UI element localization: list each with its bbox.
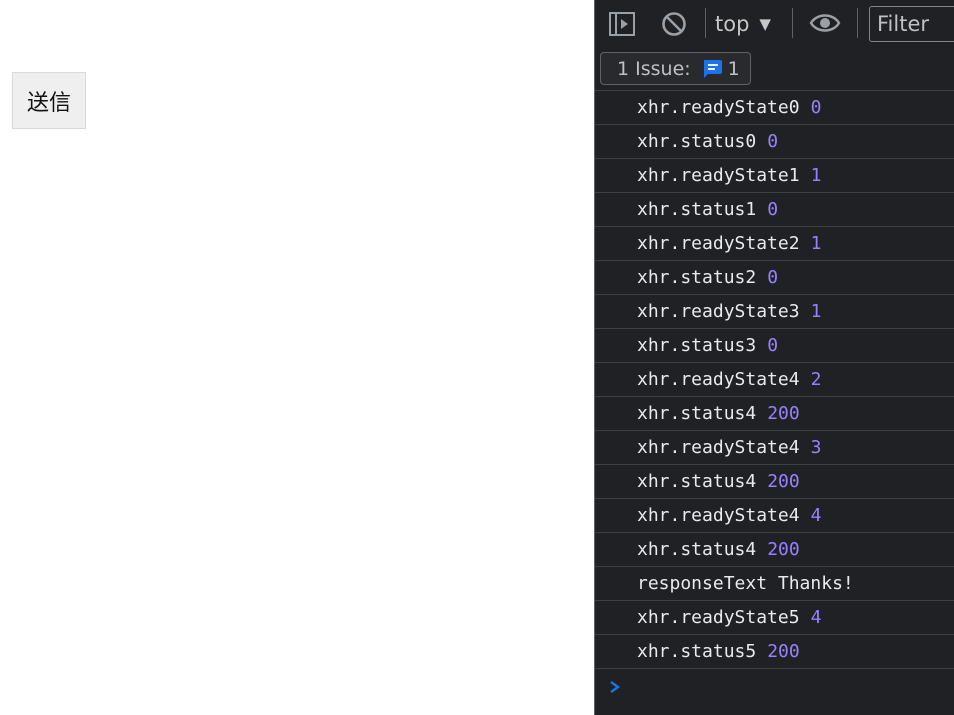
live-expression-eye-icon[interactable] — [808, 10, 842, 36]
console-message-value: 3 — [810, 437, 822, 458]
console-message-text: xhr.readyState4 — [637, 369, 800, 390]
console-message: xhr.readyState1 1 — [595, 159, 954, 193]
console-message-text: xhr.status2 — [637, 267, 757, 288]
console-message-value: 0 — [767, 199, 779, 220]
console-message: xhr.readyState2 1 — [595, 227, 954, 261]
console-message-value: 0 — [767, 335, 779, 356]
console-message: xhr.status0 0 — [595, 125, 954, 159]
console-message-value: 0 — [767, 267, 779, 288]
console-message-text: xhr.status3 — [637, 335, 757, 356]
prompt-chevron-icon — [609, 679, 621, 698]
console-message: xhr.status2 0 — [595, 261, 954, 295]
console-message-value: 4 — [810, 505, 822, 526]
console-message-text: xhr.status4 — [637, 471, 757, 492]
console-message: xhr.status4 200 — [595, 397, 954, 431]
console-message: xhr.status4 200 — [595, 465, 954, 499]
console-message-text: xhr.status1 — [637, 199, 757, 220]
console-message-text: responseText Thanks! — [637, 573, 854, 594]
console-message: xhr.status4 200 — [595, 533, 954, 567]
dropdown-arrow-icon: ▼ — [759, 15, 771, 33]
clear-console-icon[interactable] — [660, 10, 688, 38]
console-message-text: xhr.readyState5 — [637, 607, 800, 628]
issues-label: 1 Issue: — [617, 57, 691, 80]
console-message: xhr.readyState4 2 — [595, 363, 954, 397]
console-message: xhr.readyState0 0 — [595, 91, 954, 125]
context-selector[interactable]: top ▼ — [715, 8, 771, 40]
send-button[interactable]: 送信 — [12, 72, 86, 129]
console-message: xhr.status5 200 — [595, 635, 954, 669]
devtools-panel: top ▼ 1 Issue: 1 xhr.readySta — [594, 0, 954, 715]
console-message-text: xhr.status4 — [637, 403, 757, 424]
console-toolbar: top ▼ — [595, 0, 954, 48]
console-message-value: 1 — [810, 165, 822, 186]
console-message-value: 0 — [767, 131, 779, 152]
console-message: xhr.readyState4 4 — [595, 499, 954, 533]
console-message-text: xhr.status4 — [637, 539, 757, 560]
console-log: xhr.readyState0 0 xhr.status0 0 xhr.readySta… — [595, 91, 954, 707]
console-message: xhr.readyState4 3 — [595, 431, 954, 465]
toolbar-divider — [705, 8, 706, 38]
console-message-value: 200 — [767, 641, 800, 662]
console-message-value: 1 — [810, 233, 822, 254]
sidebar-toggle-icon[interactable] — [608, 11, 636, 37]
console-message-text: xhr.readyState3 — [637, 301, 800, 322]
console-message: xhr.status3 0 — [595, 329, 954, 363]
console-message-text: xhr.status5 — [637, 641, 757, 662]
console-message: xhr.readyState5 4 — [595, 601, 954, 635]
console-prompt[interactable] — [595, 669, 954, 707]
console-message-text: xhr.readyState2 — [637, 233, 800, 254]
context-selector-label: top — [715, 12, 750, 36]
console-message-value: 2 — [810, 369, 822, 390]
issues-bar: 1 Issue: 1 — [595, 48, 954, 91]
console-message: xhr.status1 0 — [595, 193, 954, 227]
console-message: xhr.readyState3 1 — [595, 295, 954, 329]
console-message-text: xhr.status0 — [637, 131, 757, 152]
console-message-value: 200 — [767, 403, 800, 424]
console-message-value: 200 — [767, 471, 800, 492]
web-page: 送信 — [0, 0, 594, 715]
toolbar-divider — [792, 8, 793, 38]
issues-count: 1 — [727, 57, 740, 80]
console-message-value: 4 — [810, 607, 822, 628]
issues-button[interactable]: 1 Issue: 1 — [600, 52, 751, 85]
console-message-value: 0 — [810, 97, 822, 118]
console-message: responseText Thanks! — [595, 567, 954, 601]
console-message-value: 1 — [810, 301, 822, 322]
toolbar-divider — [857, 8, 858, 38]
console-message-text: xhr.readyState4 — [637, 505, 800, 526]
console-message-value: 200 — [767, 539, 800, 560]
console-message-text: xhr.readyState4 — [637, 437, 800, 458]
console-filter-input[interactable] — [869, 6, 954, 42]
issue-message-icon — [701, 58, 723, 80]
console-message-text: xhr.readyState0 — [637, 97, 800, 118]
console-message-text: xhr.readyState1 — [637, 165, 800, 186]
